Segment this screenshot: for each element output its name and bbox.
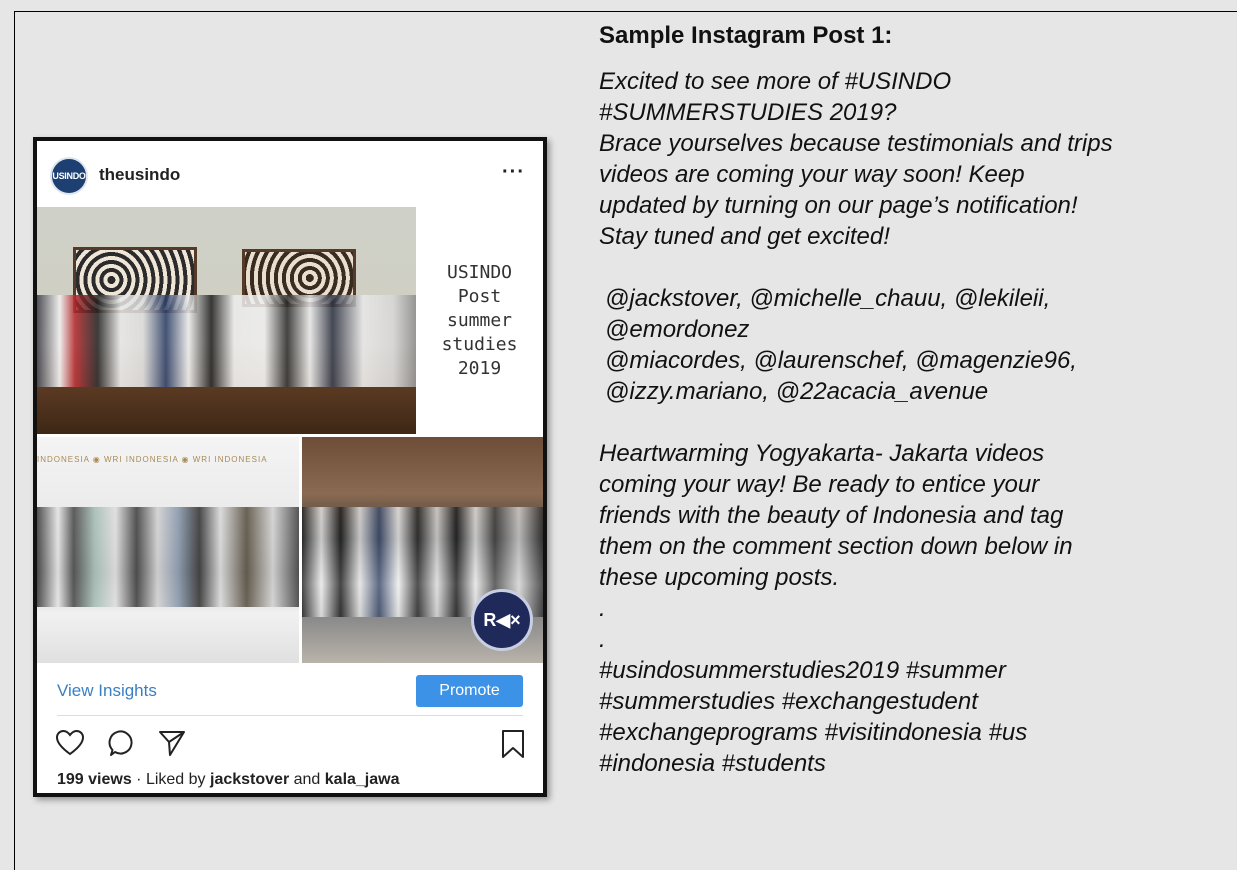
caption-text-line: Brace yourselves because testimonials an… — [599, 130, 1113, 157]
photo-caption-text: USINDO Post summer studies 2019 — [416, 207, 543, 434]
caption-text-line: these upcoming posts. — [599, 564, 840, 591]
group-photo-bottom-left[interactable]: INDONESIA ◉ WRI INDONESIA ◉ WRI INDONESI… — [37, 437, 299, 663]
liked-by-prefix: · Liked by — [131, 771, 210, 788]
more-options-icon[interactable]: ··· — [502, 161, 525, 184]
caption-paragraph: Excited to see more of #USINDO #SUMMERST… — [599, 66, 1234, 252]
group-people — [37, 295, 416, 390]
caption-text-line: Stay tuned and get excited! — [599, 223, 890, 250]
divider — [57, 715, 523, 716]
reel-mute-badge[interactable]: R◀× — [471, 589, 533, 651]
insights-row: View Insights Promote — [37, 669, 543, 713]
bookmark-icon[interactable] — [501, 729, 525, 764]
username[interactable]: theusindo — [99, 165, 180, 185]
handles-line: @jackstover, @michelle_chauu, @lekileii, — [605, 285, 1051, 312]
group-photo-bottom-right[interactable]: R◀× — [302, 437, 543, 663]
post-actions — [37, 723, 543, 763]
liked-user-link[interactable]: jackstover — [210, 771, 289, 788]
caption-text-line: . — [599, 626, 606, 653]
views-count[interactable]: 199 views — [57, 771, 132, 788]
hashtag-line: #indonesia #students — [599, 750, 826, 777]
heart-icon[interactable] — [55, 729, 85, 762]
group-people — [37, 507, 299, 607]
hashtags: #usindosummerstudies2019 #summer #summer… — [599, 655, 1234, 779]
caption-text-line: updated by turning on our page’s notific… — [599, 192, 1078, 219]
liked-and: and — [289, 771, 325, 788]
handles-line: @izzy.mariano, @22acacia_avenue — [605, 378, 989, 405]
hashtag-line: #exchangeprograms #visitindonesia #us — [599, 719, 1028, 746]
post-caption-column: Sample Instagram Post 1: Excited to see … — [599, 20, 1234, 779]
conference-table — [37, 387, 416, 434]
page-title: Sample Instagram Post 1: — [599, 22, 893, 49]
comment-icon[interactable] — [107, 729, 137, 762]
caption-text-line: Heartwarming Yogyakarta- Jakarta videos — [599, 440, 1045, 467]
caption-line: summer — [446, 309, 513, 331]
caption-text-line: friends with the beauty of Indonesia and… — [599, 502, 1064, 529]
hashtag-line: #usindosummerstudies2019 #summer — [599, 657, 1006, 684]
hashtag-line: #summerstudies #exchangestudent — [599, 688, 978, 715]
caption-line: USINDO — [446, 261, 513, 283]
view-insights-link[interactable]: View Insights — [57, 681, 157, 701]
caption-text-line: Excited to see more of #USINDO — [599, 68, 952, 95]
instagram-post-card: USINDO theusindo ··· USINDO Post summer … — [33, 137, 547, 797]
caption-line: Post — [457, 285, 502, 307]
caption-text-line: them on the comment section down below i… — [599, 533, 1073, 560]
caption-text-line: videos are coming your way soon! Keep — [599, 161, 1025, 188]
caption-line: studies — [441, 333, 518, 355]
wri-banner: INDONESIA ◉ WRI INDONESIA ◉ WRI INDONESI… — [37, 455, 268, 464]
caption-text-line: coming your way! Be ready to entice your — [599, 471, 1040, 498]
share-icon[interactable] — [157, 729, 187, 762]
handles-line: @emordonez — [605, 316, 750, 343]
handles-line: @miacordes, @laurenschef, @magenzie96, — [605, 347, 1077, 374]
promote-button[interactable]: Promote — [416, 675, 523, 707]
group-photo-top[interactable] — [37, 207, 416, 434]
post-header: USINDO theusindo ··· — [37, 141, 543, 207]
caption-text-line: #SUMMERSTUDIES 2019? — [599, 99, 897, 126]
avatar[interactable]: USINDO — [50, 157, 88, 195]
caption-paragraph: Heartwarming Yogyakarta- Jakarta videos … — [599, 438, 1234, 655]
tagged-handles: @jackstover, @michelle_chauu, @lekileii,… — [599, 283, 1234, 407]
liked-user-link[interactable]: kala_jawa — [325, 771, 400, 788]
likes-line: 199 views · Liked by jackstover and kala… — [57, 771, 400, 789]
caption-text-line: . — [599, 595, 606, 622]
caption-line: 2019 — [457, 357, 502, 379]
